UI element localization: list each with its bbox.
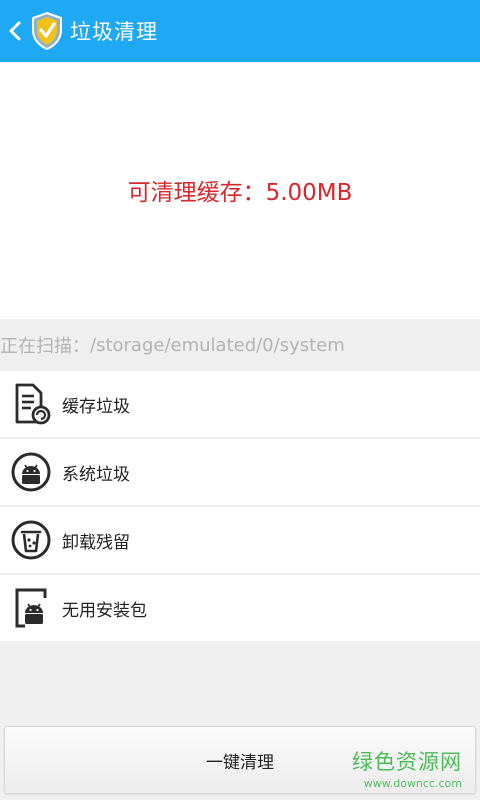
list-item-label: 卸载残留 (62, 532, 130, 553)
cache-file-icon (15, 383, 51, 425)
clean-button-label: 一键清理 (206, 752, 274, 773)
watermark: 绿色资源网 www.downcc.com (352, 746, 462, 790)
apk-package-icon (15, 588, 47, 628)
uninstall-residue-icon (11, 520, 51, 560)
scan-path: /storage/emulated/0/system (90, 334, 345, 356)
cache-label: 可清理缓存： (127, 179, 266, 206)
junk-category-list: 缓存垃圾 系统垃圾 卸载残留 无用安装包 (0, 371, 480, 643)
scan-status: 正在扫描： /storage/emulated/0/system (0, 319, 480, 371)
page-title: 垃圾清理 (70, 20, 158, 44)
cache-value: 5.00MB (265, 179, 353, 206)
title-bar: 垃圾清理 (0, 0, 480, 62)
list-item-label: 无用安装包 (62, 600, 147, 621)
list-item-cache-junk[interactable]: 缓存垃圾 (0, 371, 480, 437)
shield-check-icon (32, 11, 62, 51)
cache-summary: 可清理缓存： 5.00MB (0, 62, 480, 319)
list-item-system-junk[interactable]: 系统垃圾 (0, 439, 480, 505)
android-system-icon (11, 452, 51, 492)
list-item-uninstall-residue[interactable]: 卸载残留 (0, 507, 480, 573)
chevron-left-icon (9, 21, 21, 41)
cache-summary-text: 可清理缓存： 5.00MB (128, 173, 353, 207)
list-item-useless-apk[interactable]: 无用安装包 (0, 575, 480, 641)
list-item-label: 缓存垃圾 (62, 396, 130, 417)
back-button[interactable] (2, 0, 28, 62)
app-root: 垃圾清理 可清理缓存： 5.00MB 正在扫描： /storage/emulat… (0, 0, 480, 800)
list-item-label: 系统垃圾 (62, 464, 130, 485)
watermark-url: www.downcc.com (363, 777, 462, 790)
watermark-cn: 绿色资源网 (352, 750, 462, 774)
scan-label: 正在扫描： (0, 336, 90, 357)
